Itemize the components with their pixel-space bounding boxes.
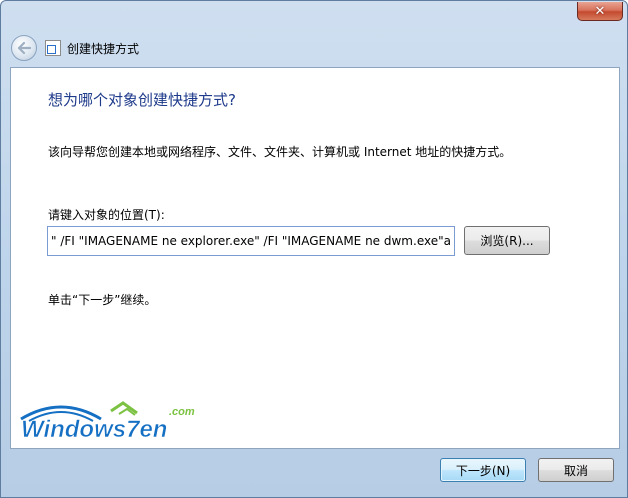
next-button[interactable]: 下一步(N) (440, 458, 526, 482)
cancel-button[interactable]: 取消 (538, 458, 614, 482)
browse-button[interactable]: 浏览(R)... (464, 226, 550, 255)
back-arrow-icon (17, 42, 31, 54)
close-button[interactable]: ✕ (577, 2, 623, 21)
back-button[interactable] (11, 35, 37, 61)
page-heading: 想为哪个对象创建快捷方式? (48, 91, 236, 109)
window-frame: ✕ 创建快捷方式 想为哪个对象创建快捷方式? 该向导帮您创建本地或网络程序、文件… (0, 0, 628, 498)
close-icon: ✕ (594, 3, 606, 19)
location-input[interactable]: " /FI "IMAGENAME ne explorer.exe" /FI "I… (47, 226, 455, 256)
location-label: 请键入对象的位置(T): (48, 208, 165, 222)
wizard-footer: 下一步(N) 取消 (2, 449, 628, 498)
wizard-title: 创建快捷方式 (67, 41, 140, 56)
logo-main-text: Windows7en (21, 416, 167, 439)
wizard-nav-bar: 创建快捷方式 (2, 29, 628, 67)
windows7en-logo: Windows7en .com (20, 401, 195, 439)
next-hint-text: 单击“下一步”继续。 (48, 293, 157, 307)
title-bar: ✕ (1, 1, 628, 29)
wizard-content: 想为哪个对象创建快捷方式? 该向导帮您创建本地或网络程序、文件、文件夹、计算机或… (10, 67, 620, 449)
shortcut-icon (45, 40, 61, 56)
logo-suffix-text: .com (169, 406, 195, 418)
wizard-description: 该向导帮您创建本地或网络程序、文件、文件夹、计算机或 Internet 地址的快… (48, 145, 512, 159)
